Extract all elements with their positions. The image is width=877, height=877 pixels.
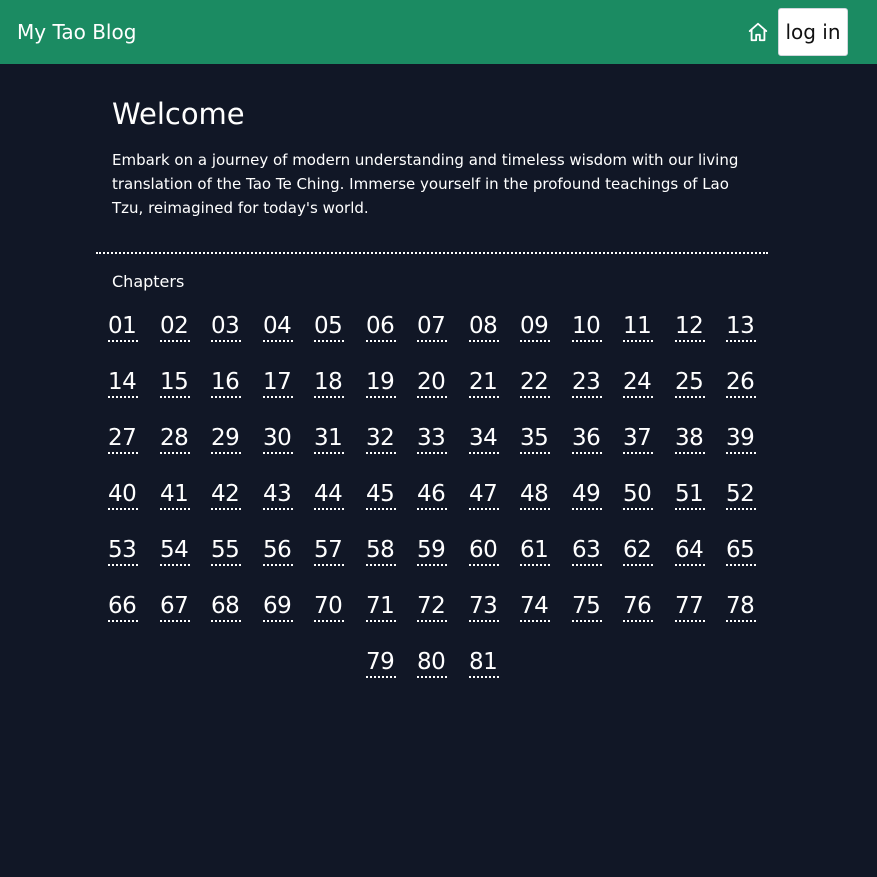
home-button[interactable] (745, 20, 771, 44)
chapter-link[interactable]: 26 (726, 366, 756, 398)
chapter-link[interactable]: 37 (623, 422, 653, 454)
top-navbar: My Tao Blog log in (0, 0, 877, 64)
chapter-link[interactable]: 43 (263, 478, 293, 510)
chapter-link[interactable]: 76 (623, 590, 653, 622)
chapter-link[interactable]: 54 (160, 534, 190, 566)
chapter-link[interactable]: 38 (675, 422, 705, 454)
chapter-link[interactable]: 06 (366, 310, 396, 342)
chapter-link[interactable]: 62 (623, 534, 653, 566)
chapter-link[interactable]: 58 (366, 534, 396, 566)
chapter-link[interactable]: 23 (572, 366, 602, 398)
chapter-link[interactable]: 03 (211, 310, 241, 342)
chapter-link[interactable]: 40 (108, 478, 138, 510)
chapter-link[interactable]: 07 (417, 310, 447, 342)
chapter-link[interactable]: 17 (263, 366, 293, 398)
chapter-link[interactable]: 52 (726, 478, 756, 510)
brand-link[interactable]: My Tao Blog (17, 18, 136, 46)
chapter-link[interactable]: 08 (469, 310, 499, 342)
chapter-link[interactable]: 50 (623, 478, 653, 510)
chapter-link[interactable]: 15 (160, 366, 190, 398)
chapter-link[interactable]: 16 (211, 366, 241, 398)
chapter-link[interactable]: 31 (314, 422, 344, 454)
chapters-heading: Chapters (112, 272, 185, 291)
chapter-link[interactable]: 09 (520, 310, 550, 342)
chapter-link[interactable]: 59 (417, 534, 447, 566)
chapter-link[interactable]: 29 (211, 422, 241, 454)
chapter-link[interactable]: 60 (469, 534, 499, 566)
chapter-link[interactable]: 63 (572, 534, 602, 566)
chapter-link[interactable]: 67 (160, 590, 190, 622)
chapter-link[interactable]: 02 (160, 310, 190, 342)
chapter-link[interactable]: 36 (572, 422, 602, 454)
chapter-link[interactable]: 53 (108, 534, 138, 566)
chapter-link[interactable]: 04 (263, 310, 293, 342)
chapter-link[interactable]: 64 (675, 534, 705, 566)
chapter-link[interactable]: 20 (417, 366, 447, 398)
chapter-link[interactable]: 45 (366, 478, 396, 510)
chapter-link[interactable]: 19 (366, 366, 396, 398)
chapter-link[interactable]: 48 (520, 478, 550, 510)
chapter-link[interactable]: 35 (520, 422, 550, 454)
chapter-link[interactable]: 18 (314, 366, 344, 398)
chapter-link[interactable]: 75 (572, 590, 602, 622)
intro-paragraph: Embark on a journey of modern understand… (112, 151, 739, 217)
page-title: Welcome (112, 97, 245, 131)
chapter-link[interactable]: 55 (211, 534, 241, 566)
chapter-link[interactable]: 42 (211, 478, 241, 510)
chapter-link[interactable]: 65 (726, 534, 756, 566)
chapter-link[interactable]: 11 (623, 310, 653, 342)
chapter-link[interactable]: 71 (366, 590, 396, 622)
chapter-link[interactable]: 25 (675, 366, 705, 398)
chapter-link[interactable]: 41 (160, 478, 190, 510)
chapter-link[interactable]: 78 (726, 590, 756, 622)
chapter-link[interactable]: 10 (572, 310, 602, 342)
chapter-link[interactable]: 72 (417, 590, 447, 622)
chapter-link[interactable]: 34 (469, 422, 499, 454)
chapter-link[interactable]: 74 (520, 590, 550, 622)
chapter-link[interactable]: 73 (469, 590, 499, 622)
chapter-link[interactable]: 22 (520, 366, 550, 398)
chapter-link[interactable]: 28 (160, 422, 190, 454)
chapter-link[interactable]: 69 (263, 590, 293, 622)
chapter-link[interactable]: 51 (675, 478, 705, 510)
login-button[interactable]: log in (778, 8, 848, 56)
chapter-link[interactable]: 44 (314, 478, 344, 510)
chapter-link[interactable]: 81 (469, 646, 499, 678)
chapter-link[interactable]: 21 (469, 366, 499, 398)
chapter-link[interactable]: 24 (623, 366, 653, 398)
home-icon (748, 22, 768, 42)
chapter-link[interactable]: 80 (417, 646, 447, 678)
chapter-link[interactable]: 14 (108, 366, 138, 398)
chapter-link[interactable]: 56 (263, 534, 293, 566)
chapter-link[interactable]: 47 (469, 478, 499, 510)
chapter-link[interactable]: 30 (263, 422, 293, 454)
chapter-link[interactable]: 70 (314, 590, 344, 622)
chapter-link[interactable]: 61 (520, 534, 550, 566)
chapter-link[interactable]: 66 (108, 590, 138, 622)
chapter-link[interactable]: 13 (726, 310, 756, 342)
section-divider (96, 252, 768, 254)
chapter-link[interactable]: 05 (314, 310, 344, 342)
chapter-link[interactable]: 57 (314, 534, 344, 566)
chapter-link[interactable]: 12 (675, 310, 705, 342)
chapter-link[interactable]: 01 (108, 310, 138, 342)
chapter-link[interactable]: 68 (211, 590, 241, 622)
chapter-link[interactable]: 33 (417, 422, 447, 454)
chapter-link[interactable]: 49 (572, 478, 602, 510)
chapter-link[interactable]: 27 (108, 422, 138, 454)
chapter-link[interactable]: 32 (366, 422, 396, 454)
chapter-link[interactable]: 39 (726, 422, 756, 454)
chapter-link[interactable]: 77 (675, 590, 705, 622)
chapter-link[interactable]: 46 (417, 478, 447, 510)
chapter-link[interactable]: 79 (366, 646, 396, 678)
